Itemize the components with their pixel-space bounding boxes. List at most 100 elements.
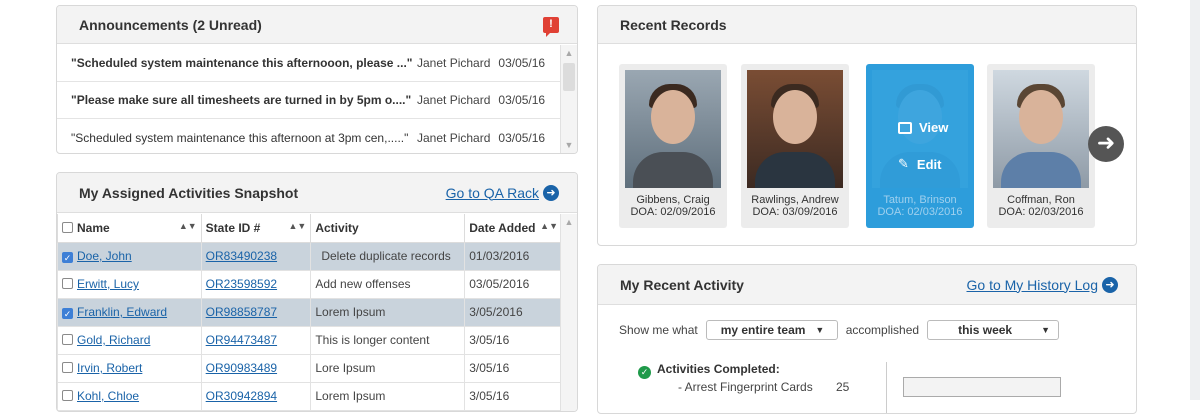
state-id-link[interactable]: OR83490238 [206, 249, 277, 263]
row-checkbox[interactable] [62, 390, 73, 401]
scroll-down-icon[interactable]: ▼ [561, 137, 577, 153]
column-header-date-added[interactable]: Date Added ▲▼ [464, 214, 563, 243]
filter-middle: accomplished [845, 323, 920, 337]
announcement-item[interactable]: "Scheduled system maintenance this after… [57, 119, 560, 153]
check-circle-icon: ✓ [638, 366, 651, 379]
record-doa: DOA: 02/09/2016 [630, 206, 716, 218]
period-select[interactable]: this week ▼ [927, 320, 1060, 340]
activities-completed: ✓ Activities Completed: [638, 362, 780, 379]
record-name-link[interactable]: Gold, Richard [77, 333, 150, 347]
page-scroll-track[interactable] [1190, 0, 1200, 400]
announcements-header: Announcements (2 Unread) ! [57, 6, 577, 44]
activity-cell: This is longer content [310, 325, 466, 355]
record-name-link[interactable]: Doe, John [77, 249, 132, 263]
arrow-right-icon[interactable]: ➜ [543, 184, 559, 201]
row-checkbox[interactable]: ✓ [62, 252, 73, 263]
activity-cell: Lore Ipsum [310, 353, 466, 383]
record-name: Gibbens, Craig [636, 194, 710, 206]
record-card-selected[interactable]: View ✎ Edit Tatum, Brinson DOA: 02/03/20… [866, 64, 974, 228]
sort-icon[interactable]: ▲▼ [179, 221, 197, 231]
date-cell: 3/05/16 [464, 325, 563, 355]
my-recent-activity-title: My Recent Activity [620, 276, 744, 293]
recent-records-panel: Recent Records Gibbens, Craig DOA: 02/09… [597, 5, 1137, 246]
activity-filter-row: Show me what my entire team ▼ accomplish… [619, 320, 1067, 340]
table-row[interactable]: ✓ Doe, John OR83490238 Delete duplicate r… [57, 241, 563, 271]
state-id-link[interactable]: OR23598592 [206, 277, 277, 291]
record-actions-overlay: View ✎ Edit [872, 70, 968, 188]
go-to-qa-rack-link[interactable]: Go to QA Rack [446, 185, 539, 201]
state-id-link[interactable]: OR30942894 [206, 389, 277, 403]
state-id-link[interactable]: OR90983489 [206, 361, 277, 375]
date-cell: 3/05/2016 [464, 297, 563, 327]
table-row[interactable]: Kohl, Chloe OR30942894 Lorem Ipsum 3/05/… [57, 381, 563, 411]
date-cell: 03/05/2016 [464, 269, 563, 299]
completed-item-count: 25 [836, 380, 850, 394]
completed-item-label: - Arrest Fingerprint Cards [678, 380, 813, 394]
record-card[interactable]: Gibbens, Craig DOA: 02/09/2016 [619, 64, 727, 228]
activities-title: My Assigned Activities Snapshot [79, 184, 299, 201]
activities-scrollbar[interactable]: ▲ [560, 214, 577, 411]
announcement-date: 03/05/16 [498, 56, 546, 70]
record-doa: DOA: 02/03/2016 [877, 206, 963, 218]
announcements-panel: Announcements (2 Unread) ! "Scheduled sy… [56, 5, 578, 154]
row-checkbox[interactable]: ✓ [62, 308, 73, 319]
record-card[interactable]: Coffman, Ron DOA: 02/03/2016 [987, 64, 1095, 228]
view-button[interactable]: View [898, 120, 948, 135]
sort-icon[interactable]: ▲▼ [540, 221, 558, 231]
sort-icon[interactable]: ▲▼ [289, 221, 307, 231]
alert-flag-icon[interactable]: ! [543, 16, 559, 37]
column-header-name[interactable]: Name ▲▼ [57, 214, 202, 243]
select-all-checkbox[interactable] [62, 221, 73, 233]
activity-cell: Lorem Ipsum [310, 297, 466, 327]
announcements-scrollbar[interactable]: ▲ ▼ [560, 45, 577, 153]
arrow-right-icon[interactable]: ➜ [1102, 276, 1118, 293]
row-checkbox[interactable] [62, 334, 73, 345]
table-row[interactable]: ✓ Franklin, Edward OR98858787 Lorem Ipsum… [57, 297, 563, 327]
announcement-message: "Please make sure all timesheets are tur… [71, 93, 412, 107]
pencil-icon: ✎ [898, 156, 909, 171]
divider [886, 362, 887, 413]
go-to-history-log-link[interactable]: Go to My History Log [967, 277, 1099, 293]
completed-item: - Arrest Fingerprint Cards 25 [678, 380, 849, 394]
row-checkbox[interactable] [62, 362, 73, 373]
activity-cell: Delete duplicate records [310, 241, 466, 271]
announcement-author: Janet Pichard [417, 130, 491, 145]
activity-cell: Lorem Ipsum [310, 381, 466, 411]
record-card[interactable]: Rawlings, Andrew DOA: 03/09/2016 [741, 64, 849, 228]
record-name-link[interactable]: Franklin, Edward [77, 305, 167, 319]
table-row[interactable]: Erwitt, Lucy OR23598592 Add new offenses… [57, 269, 563, 299]
column-header-activity[interactable]: Activity [310, 214, 466, 243]
column-header-state-id[interactable]: State ID # ▲▼ [200, 214, 312, 243]
scroll-up-icon[interactable]: ▲ [561, 214, 577, 230]
state-id-link[interactable]: OR98858787 [206, 305, 277, 319]
scroll-thumb[interactable] [563, 63, 575, 91]
row-checkbox[interactable] [62, 278, 73, 289]
team-select[interactable]: my entire team ▼ [705, 320, 838, 340]
my-recent-activity-header: My Recent Activity Go to My History Log … [598, 265, 1136, 305]
record-name: Coffman, Ron [1007, 194, 1075, 206]
record-name-link[interactable]: Erwitt, Lucy [77, 277, 139, 291]
record-name-link[interactable]: Kohl, Chloe [77, 389, 139, 403]
chevron-down-icon: ▼ [815, 325, 825, 335]
record-name: Rawlings, Andrew [751, 194, 839, 206]
record-name: Tatum, Brinson [883, 194, 957, 206]
record-photo [625, 70, 721, 188]
announcement-author: Janet Pichard [417, 56, 491, 70]
record-name-link[interactable]: Irvin, Robert [77, 361, 142, 375]
edit-button[interactable]: ✎ Edit [898, 156, 941, 172]
announcement-date: 03/05/16 [498, 93, 546, 107]
announcement-item[interactable]: "Scheduled system maintenance this after… [57, 45, 560, 82]
activities-header: My Assigned Activities Snapshot Go to QA… [57, 173, 577, 213]
recent-records-header: Recent Records [598, 6, 1136, 44]
date-cell: 01/03/2016 [464, 241, 563, 271]
scroll-up-icon[interactable]: ▲ [561, 45, 577, 61]
table-row[interactable]: Gold, Richard OR94473487 This is longer … [57, 325, 563, 355]
chevron-down-icon: ▼ [1041, 325, 1051, 335]
next-arrow-icon[interactable]: ➜ [1088, 126, 1124, 162]
my-recent-activity-panel: My Recent Activity Go to My History Log … [597, 264, 1137, 414]
search-icon [898, 121, 912, 134]
table-row[interactable]: Irvin, Robert OR90983489 Lore Ipsum 3/05… [57, 353, 563, 383]
announcement-item[interactable]: "Please make sure all timesheets are tur… [57, 82, 560, 119]
activities-panel: My Assigned Activities Snapshot Go to QA… [56, 172, 578, 412]
state-id-link[interactable]: OR94473487 [206, 333, 277, 347]
